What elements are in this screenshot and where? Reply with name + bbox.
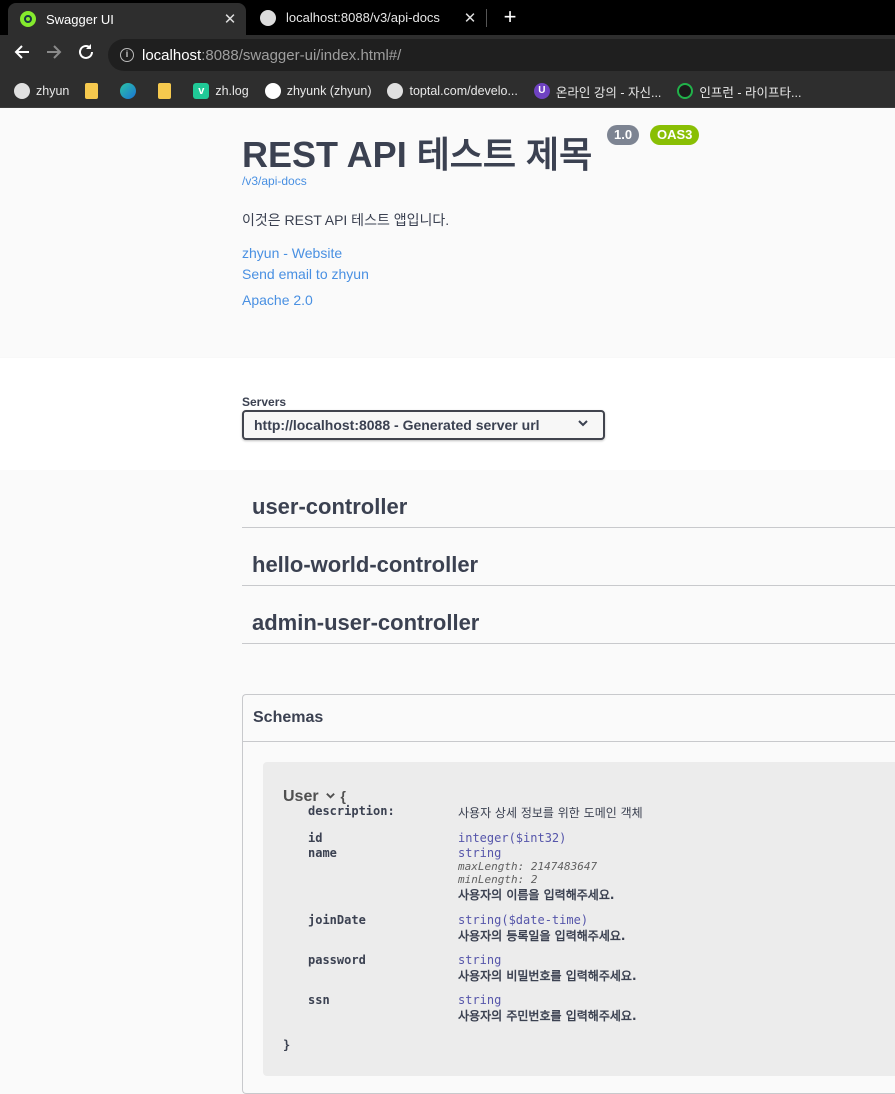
api-docs-link[interactable]: /v3/api-docs <box>242 174 307 188</box>
prop-joindate-type: string($date-time) <box>458 913 589 927</box>
prop-joindate-desc: 사용자의 등록일을 입력해주세요. <box>458 929 626 943</box>
edge-icon <box>120 83 137 99</box>
oas-badge: OAS3 <box>650 125 700 145</box>
prop-name-maxlength: maxLength: 2147483647 <box>458 860 598 873</box>
prop-ssn-name: ssn <box>308 993 330 1007</box>
tab-title: localhost:8088/v3/api-docs <box>286 10 440 25</box>
bookmark-item[interactable] <box>85 83 104 99</box>
tag-hello-world-controller[interactable]: hello-world-controller <box>242 528 895 586</box>
prop-password-desc: 사용자의 비밀번호를 입력해주세요. <box>458 969 637 983</box>
tag-user-controller[interactable]: user-controller <box>242 470 895 528</box>
open-brace: { <box>340 788 346 804</box>
chevron-down-icon <box>577 416 589 432</box>
prop-ssn-type: string <box>458 993 502 1007</box>
udemy-icon: U <box>533 83 550 99</box>
version-badge: 1.0 <box>607 125 640 145</box>
close-tab-icon[interactable]: ✕ <box>460 9 480 27</box>
tab-swagger-ui[interactable]: Swagger UI ✕ <box>8 3 246 35</box>
bookmark-label: toptal.com/develo... <box>409 84 518 98</box>
bookmark-label: 온라인 강의 - 자신... <box>555 85 662 100</box>
prop-name-name: name <box>308 846 337 860</box>
browser-tab-strip: Swagger UI ✕ localhost:8088/v3/api-docs … <box>0 0 895 35</box>
tab-api-docs[interactable]: localhost:8088/v3/api-docs ✕ <box>250 0 486 35</box>
swagger-favicon-icon <box>20 11 36 27</box>
back-arrow-icon[interactable] <box>10 43 34 67</box>
bookmark-label: 인프런 - 라이프타... <box>699 85 802 100</box>
bookmark-label: zhyun <box>36 84 70 98</box>
chevron-down-icon <box>326 793 335 799</box>
new-tab-button[interactable]: + <box>498 5 522 29</box>
bookmark-item[interactable]: zhyun <box>14 83 69 99</box>
schemas-section: Schemas User { description: 사용자 상세 정보를 위… <box>242 694 895 1094</box>
inflearn-icon <box>677 83 694 99</box>
bookmark-label: zhyunk (zhyun) <box>286 84 372 98</box>
prop-name-desc: 사용자의 이름을 입력해주세요. <box>458 888 615 902</box>
page-title: REST API 테스트 제목 <box>242 134 593 175</box>
v-icon: v <box>193 83 210 99</box>
bookmarks-bar: zhyun v zh.log zhyunk (zhyun) toptal.com/dev… <box>0 75 895 108</box>
prop-password-name: password <box>308 953 366 967</box>
browser-toolbar: i localhost:8088/swagger-ui/index.html#/ <box>0 35 895 75</box>
model-name: User <box>283 788 319 805</box>
bookmark-item[interactable]: 인프런 - 라이프타... <box>677 82 801 101</box>
license-link[interactable]: Apache 2.0 <box>242 292 313 308</box>
tag-list: user-controller hello-world-controller a… <box>0 470 895 1094</box>
bookmark-item[interactable]: toptal.com/develo... <box>387 83 518 99</box>
github-icon <box>264 83 281 99</box>
reload-icon[interactable] <box>74 43 98 67</box>
email-link[interactable]: Send email to zhyun <box>242 266 369 282</box>
bookmark-label: zh.log <box>215 84 249 98</box>
schemas-heading[interactable]: Schemas <box>243 695 895 742</box>
globe-icon <box>14 83 30 99</box>
tag-label: user-controller <box>252 494 408 519</box>
prop-id-type: integer($int32) <box>458 831 567 845</box>
bookmark-item[interactable]: U 온라인 강의 - 자신... <box>533 82 662 101</box>
bookmark-item[interactable] <box>120 83 142 99</box>
user-model: User { description: 사용자 상세 정보를 위한 도메인 객체… <box>263 762 895 1076</box>
description-label: description: <box>308 804 395 818</box>
model-description: 사용자 상세 정보를 위한 도메인 객체 <box>458 806 643 820</box>
bookmark-item[interactable]: v zh.log <box>193 83 249 99</box>
folder-icon <box>85 83 99 99</box>
servers-select[interactable]: http://localhost:8088 - Generated server… <box>242 410 605 440</box>
site-info-icon[interactable]: i <box>120 48 134 62</box>
url-text: localhost:8088/swagger-ui/index.html#/ <box>142 46 402 64</box>
close-tab-icon[interactable]: ✕ <box>220 10 240 28</box>
swagger-page: REST API 테스트 제목 1.0 OAS3 /v3/api-docs 이것… <box>0 108 895 1094</box>
bookmark-item[interactable] <box>158 83 177 99</box>
prop-name-minlength: minLength: 2 <box>458 873 538 886</box>
prop-name-type: string <box>458 846 502 860</box>
tag-label: admin-user-controller <box>252 610 480 635</box>
tag-label: hello-world-controller <box>252 552 479 577</box>
close-brace: } <box>283 1038 291 1052</box>
bookmark-item[interactable]: zhyunk (zhyun) <box>264 83 372 99</box>
globe-icon <box>387 83 404 99</box>
tab-divider <box>486 9 487 27</box>
forward-arrow-icon[interactable] <box>42 43 66 67</box>
globe-icon <box>260 9 276 26</box>
website-link[interactable]: zhyun - Website <box>242 245 342 261</box>
servers-label: Servers <box>242 395 287 409</box>
prop-ssn-desc: 사용자의 주민번호를 입력해주세요. <box>458 1009 637 1023</box>
tab-title: Swagger UI <box>46 11 114 27</box>
prop-password-type: string <box>458 953 502 967</box>
api-info: REST API 테스트 제목 1.0 OAS3 /v3/api-docs 이것… <box>0 108 895 358</box>
prop-joindate-name: joinDate <box>308 913 366 927</box>
prop-id-name: id <box>308 831 323 845</box>
address-bar[interactable]: i localhost:8088/swagger-ui/index.html#/ <box>108 39 895 71</box>
folder-icon <box>158 83 172 99</box>
servers-section: Servers http://localhost:8088 - Generate… <box>0 358 895 470</box>
api-description: 이것은 REST API 테스트 앱입니다. <box>242 212 450 228</box>
tag-admin-user-controller[interactable]: admin-user-controller <box>242 586 895 644</box>
servers-selected-value: http://localhost:8088 - Generated server… <box>254 417 540 433</box>
